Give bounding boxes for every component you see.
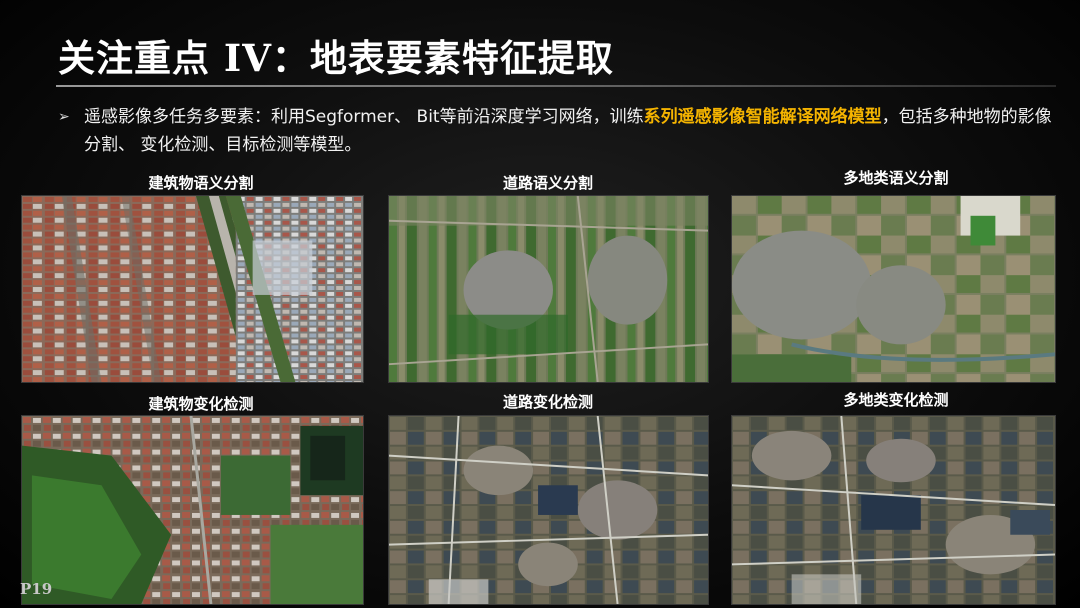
panel-label-road-segmentation: 道路语义分割 <box>502 174 593 192</box>
bullet-text: 遥感影像多任务多要素：利用Segformer、 Bit等前沿深度学习网络，训练系… <box>58 103 1058 159</box>
slide: 关注重点 IV：地表要素特征提取 ➢ 遥感影像多任务多要素：利用Segforme… <box>0 0 1080 608</box>
slide-title: 关注重点 IV：地表要素特征提取 <box>58 36 614 80</box>
panel-label-road-change: 道路变化检测 <box>502 393 593 411</box>
image-building-change <box>21 415 364 605</box>
panel-label-landcover-segmentation: 多地类语义分割 <box>843 169 949 187</box>
panel-label-landcover-change: 多地类变化检测 <box>843 391 949 409</box>
bullet-paragraph: ➢ 遥感影像多任务多要素：利用Segformer、 Bit等前沿深度学习网络，训… <box>58 103 1058 159</box>
panel-label-building-segmentation: 建筑物语义分割 <box>148 174 254 192</box>
image-landcover-change <box>731 415 1056 605</box>
image-building-segmentation <box>21 195 364 383</box>
title-divider <box>56 85 1056 87</box>
image-landcover-segmentation <box>731 195 1056 383</box>
bullet-highlight: 系列遥感影像智能解译网络模型 <box>643 107 882 127</box>
image-road-change <box>388 415 709 605</box>
image-road-segmentation <box>388 195 709 383</box>
page-number: P19 <box>20 580 53 598</box>
panel-label-building-change: 建筑物变化检测 <box>148 395 254 413</box>
bullet-prefix: 遥感影像多任务多要素：利用Segformer、 Bit等前沿深度学习网络，训练 <box>84 107 644 127</box>
arrow-bullet-icon: ➢ <box>58 109 70 125</box>
